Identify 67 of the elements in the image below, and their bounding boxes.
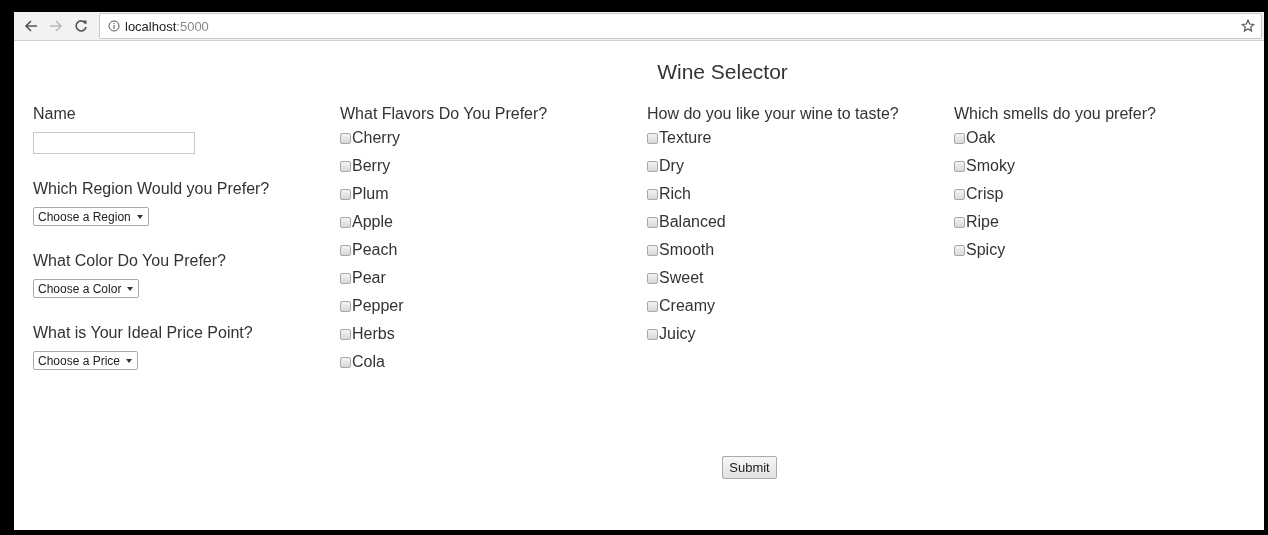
- checkbox-label[interactable]: Smoky: [966, 157, 1015, 175]
- field-label: What Flavors Do You Prefer?: [340, 104, 549, 124]
- checkbox[interactable]: [647, 300, 658, 312]
- checkbox[interactable]: [647, 216, 658, 228]
- field-label: Name: [33, 104, 77, 124]
- checkbox[interactable]: [340, 300, 351, 312]
- checkbox-label[interactable]: Pepper: [352, 297, 404, 315]
- checkbox[interactable]: [954, 244, 965, 256]
- checkbox-label[interactable]: Creamy: [659, 297, 715, 315]
- checkbox-label[interactable]: Herbs: [352, 325, 395, 343]
- caret-icon: [127, 286, 134, 291]
- field-label: What Color Do You Prefer?: [33, 251, 227, 271]
- checkbox[interactable]: [647, 160, 658, 172]
- checkbox-label[interactable]: Juicy: [659, 325, 696, 343]
- checkbox[interactable]: [340, 356, 351, 368]
- checkbox[interactable]: [340, 132, 351, 144]
- field-label: What is Your Ideal Price Point?: [33, 323, 254, 343]
- field-label: How do you like your wine to taste?: [647, 104, 900, 124]
- checkbox-label[interactable]: Ripe: [966, 213, 999, 231]
- url-text: localhost:5000: [125, 18, 210, 34]
- checkbox[interactable]: [340, 328, 351, 340]
- checkbox[interactable]: [340, 160, 351, 172]
- checkbox-label[interactable]: Crisp: [966, 185, 1004, 203]
- checkbox[interactable]: [340, 244, 351, 256]
- checkbox-label[interactable]: Spicy: [966, 241, 1006, 259]
- checkbox-label[interactable]: Dry: [659, 157, 684, 175]
- checkbox[interactable]: [647, 272, 658, 284]
- dropdown[interactable]: Choose a Price: [33, 351, 139, 370]
- checkbox[interactable]: [954, 188, 965, 200]
- checkbox[interactable]: [954, 216, 965, 228]
- checkbox[interactable]: [647, 132, 658, 144]
- checkbox[interactable]: [647, 244, 658, 256]
- field-label: Which smells do you prefer?: [954, 104, 1157, 124]
- submit-button[interactable]: Submit: [722, 456, 777, 479]
- forward-icon: [49, 19, 63, 33]
- checkbox[interactable]: [340, 216, 351, 228]
- checkbox-label[interactable]: Peach: [352, 241, 398, 259]
- checkbox[interactable]: [647, 328, 658, 340]
- caret-icon: [126, 358, 133, 363]
- checkbox[interactable]: [954, 132, 965, 144]
- star-icon[interactable]: [1241, 19, 1255, 33]
- reload-icon[interactable]: [74, 19, 88, 33]
- checkbox-label[interactable]: Balanced: [659, 213, 726, 231]
- checkbox-label[interactable]: Oak: [966, 129, 996, 147]
- checkbox-label[interactable]: Rich: [659, 185, 691, 203]
- checkbox-label[interactable]: Sweet: [659, 269, 704, 287]
- back-icon[interactable]: [24, 19, 38, 33]
- checkbox-label[interactable]: Plum: [352, 185, 389, 203]
- checkbox[interactable]: [340, 188, 351, 200]
- dropdown[interactable]: Choose a Region: [33, 207, 149, 226]
- checkbox-label[interactable]: Cherry: [352, 129, 400, 147]
- checkbox-label[interactable]: Texture: [659, 129, 712, 147]
- checkbox[interactable]: [647, 188, 658, 200]
- checkbox-label[interactable]: Berry: [352, 157, 391, 175]
- checkbox[interactable]: [954, 160, 965, 172]
- checkbox-label[interactable]: Apple: [352, 213, 393, 231]
- checkbox-label[interactable]: Smooth: [659, 241, 715, 259]
- dropdown[interactable]: Choose a Color: [33, 279, 140, 298]
- name-field[interactable]: [33, 132, 195, 154]
- checkbox[interactable]: [340, 272, 351, 284]
- field-label: Which Region Would you Prefer?: [33, 179, 271, 199]
- info-icon[interactable]: [108, 20, 120, 32]
- caret-icon: [136, 214, 143, 219]
- checkbox-label[interactable]: Cola: [352, 353, 385, 371]
- address-bar[interactable]: localhost:5000: [99, 13, 1262, 39]
- page-title: Wine Selector: [656, 60, 788, 84]
- checkbox-label[interactable]: Pear: [352, 269, 386, 287]
